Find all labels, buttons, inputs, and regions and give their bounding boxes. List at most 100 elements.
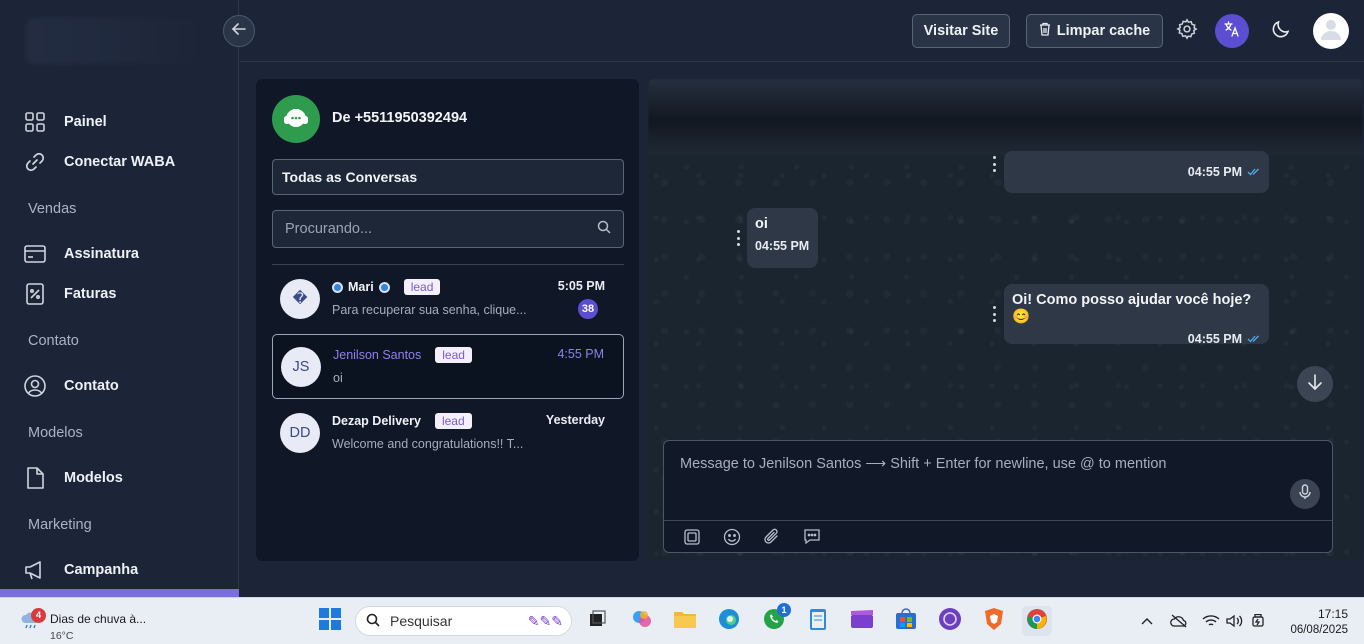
file-explorer-app[interactable] xyxy=(670,606,700,636)
message-options-icon[interactable] xyxy=(990,156,998,172)
conversation-preview: Para recuperar sua senha, clique... xyxy=(332,303,527,317)
edge-browser-app[interactable] xyxy=(714,606,744,636)
verified-icon xyxy=(332,281,343,293)
message-options-icon[interactable] xyxy=(734,230,742,246)
sidebar-item-faturas[interactable]: Faturas xyxy=(24,279,116,309)
avatar: � xyxy=(280,279,320,319)
search-highlight-icon: ✎✎✎ xyxy=(527,612,563,629)
translate-icon xyxy=(1224,20,1240,42)
template-icon[interactable] xyxy=(682,527,702,547)
chrome-browser-app[interactable] xyxy=(1022,606,1052,636)
conversation-item[interactable]: DD Dezap Delivery lead Welcome and congr… xyxy=(272,401,624,466)
wifi-icon[interactable] xyxy=(1202,612,1220,630)
verified-icon xyxy=(378,281,390,293)
message-bubble-outgoing: Oi! Como posso ajudar você hoje? 😊 04:55… xyxy=(1004,284,1269,346)
weather-title: Dias de chuva à... xyxy=(50,612,147,626)
theme-toggle-button[interactable] xyxy=(1265,15,1297,47)
link-icon xyxy=(24,151,46,173)
message-text: Oi! Como posso ajudar você hoje? 😊 xyxy=(1012,292,1252,325)
paperclip-icon[interactable] xyxy=(762,527,782,547)
brand-logo xyxy=(26,18,211,64)
whatsapp-app[interactable]: 1 xyxy=(759,603,791,636)
brave-browser-app[interactable] xyxy=(979,606,1009,636)
sidebar-item-label: Faturas xyxy=(64,286,117,302)
avatar: DD xyxy=(280,413,320,453)
notification-badge: 4 xyxy=(31,608,46,623)
video-editor-app[interactable] xyxy=(847,606,877,636)
conversation-name: Jenilson Santos lead xyxy=(333,347,472,363)
message-bubble-incoming: oi 04:55 PM xyxy=(747,208,818,268)
clapperboard-icon xyxy=(850,609,874,634)
message-input[interactable]: Message to Jenilson Santos ⟶ Shift + Ent… xyxy=(680,456,1166,472)
clock-time[interactable]: 17:15 xyxy=(1318,607,1348,621)
double-check-icon xyxy=(1247,332,1261,346)
message-composer[interactable]: Message to Jenilson Santos ⟶ Shift + Ent… xyxy=(663,440,1333,553)
conversation-name: Dezap Delivery lead xyxy=(332,413,472,429)
search-label: Pesquisar xyxy=(390,613,453,629)
weather-widget[interactable]: 4 Dias de chuva à... 16°C xyxy=(20,604,160,642)
windows-start-button[interactable] xyxy=(315,606,345,636)
search-placeholder: Procurando... xyxy=(285,221,373,237)
message-options-icon[interactable] xyxy=(990,306,998,322)
settings-button[interactable] xyxy=(1171,15,1203,47)
arrow-left-icon xyxy=(231,22,246,41)
sidebar-item-campanha[interactable]: Campanha xyxy=(24,555,138,585)
brave-icon xyxy=(983,607,1005,636)
section-vendas: Vendas xyxy=(28,201,77,217)
topbar: Visitar Site Limpar cache xyxy=(240,0,1364,62)
sidebar-item-label: Modelos xyxy=(64,470,123,486)
conversation-preview: oi xyxy=(333,371,343,385)
sidebar-item-conectar-waba[interactable]: Conectar WABA xyxy=(24,147,175,177)
user-avatar[interactable] xyxy=(1313,13,1349,49)
volume-icon[interactable] xyxy=(1226,612,1244,630)
cloud-offline-icon[interactable] xyxy=(1170,612,1188,630)
message-meta: 04:55 PM xyxy=(1012,165,1261,179)
weather-temperature: 16°C xyxy=(50,630,74,642)
visit-site-button[interactable]: Visitar Site xyxy=(912,14,1010,48)
lead-badge: lead xyxy=(435,347,472,363)
conversation-panel: De +5511950392494 Todas as Conversas Pro… xyxy=(256,79,639,561)
sidebar-item-contato[interactable]: Contato xyxy=(24,371,119,401)
sidebar-item-label: Conectar WABA xyxy=(64,154,176,170)
contact-name: Mari xyxy=(348,280,374,294)
custom-app[interactable] xyxy=(935,606,965,636)
sidebar-item-label: Painel xyxy=(64,114,107,130)
clear-cache-button[interactable]: Limpar cache xyxy=(1026,14,1163,48)
voice-record-button[interactable] xyxy=(1290,479,1320,509)
collapse-sidebar-button[interactable] xyxy=(223,15,255,47)
task-view-button[interactable] xyxy=(582,606,612,636)
avatar: JS xyxy=(281,347,321,387)
chevron-up-icon[interactable] xyxy=(1138,612,1156,630)
language-button[interactable] xyxy=(1215,14,1249,48)
sidebar-item-assinatura[interactable]: Assinatura xyxy=(24,239,139,269)
lead-badge: lead xyxy=(403,279,441,295)
whatsapp-support-icon xyxy=(272,95,320,143)
conversation-search-input[interactable]: Procurando... xyxy=(272,210,624,248)
scroll-to-bottom-button[interactable] xyxy=(1297,366,1333,402)
battery-icon[interactable] xyxy=(1250,612,1268,630)
notification-badge: 1 xyxy=(777,603,791,617)
conversation-item-active[interactable]: JS Jenilson Santos lead oi 4:55 PM xyxy=(272,334,624,399)
emoji-icon[interactable] xyxy=(722,527,742,547)
search-icon xyxy=(597,220,611,238)
quick-reply-icon[interactable] xyxy=(802,527,822,547)
clock-date[interactable]: 06/08/2025 xyxy=(1290,624,1348,636)
conversation-item[interactable]: � Mari lead Para recuperar sua senha, cl… xyxy=(272,267,624,332)
sidebar-active-indicator xyxy=(0,589,239,597)
copilot-app[interactable] xyxy=(627,606,657,636)
taskbar-search[interactable]: Pesquisar ✎✎✎ xyxy=(355,606,572,636)
user-icon xyxy=(1318,16,1344,47)
folder-icon xyxy=(673,609,697,634)
credit-card-icon xyxy=(24,243,46,265)
megaphone-icon xyxy=(24,559,46,581)
message-bubble-outgoing: 04:55 PM xyxy=(1004,151,1269,193)
notepad-icon xyxy=(809,607,827,636)
document-icon xyxy=(24,467,46,489)
sidebar-item-label: Contato xyxy=(64,378,119,394)
unread-count-badge: 38 xyxy=(578,299,598,319)
sidebar-item-modelos[interactable]: Modelos xyxy=(24,463,123,493)
sidebar-item-painel[interactable]: Painel xyxy=(24,107,107,137)
conversation-filter-select[interactable]: Todas as Conversas xyxy=(272,159,624,195)
notepad-app[interactable] xyxy=(803,606,833,636)
microsoft-store-app[interactable] xyxy=(891,606,921,636)
